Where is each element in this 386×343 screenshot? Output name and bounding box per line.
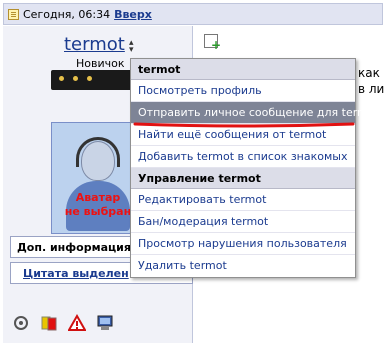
- quote-selection-link[interactable]: Цитата выделен: [23, 267, 129, 280]
- user-rank: Новичок: [76, 57, 125, 70]
- red-highlight-underline: [133, 122, 355, 128]
- dropdown-arrow-icon[interactable]: ▴ ▾: [129, 39, 134, 55]
- report-icon[interactable]: [67, 313, 87, 333]
- scroll-top-link[interactable]: Вверх: [114, 8, 152, 21]
- user-action-icons: [11, 313, 115, 333]
- menu-item-edit-user[interactable]: Редактировать termot: [131, 189, 355, 211]
- page-frame: Сегодня, 06:34 Вверх termot ▴ ▾ Новичок А…: [0, 0, 386, 343]
- user-tools-icon[interactable]: [11, 313, 31, 333]
- post-date: Сегодня, 06:34: [23, 7, 111, 21]
- computer-icon[interactable]: [95, 313, 115, 333]
- warn-card-icon[interactable]: [39, 313, 59, 333]
- post-text-line1: как: [358, 66, 380, 80]
- post-text-line2: в ли: [358, 82, 385, 96]
- menu-item-view-infractions[interactable]: Просмотр нарушения пользователя: [131, 233, 355, 255]
- menu-item-add-contact[interactable]: Добавить termot в список знакомых: [131, 146, 355, 168]
- menu-item-view-profile[interactable]: Посмотреть профиль: [131, 80, 355, 102]
- menu-header: termot: [131, 59, 355, 80]
- menu-manage-header: Управление termot: [131, 168, 355, 189]
- menu-item-send-private-message[interactable]: Отправить личное сообщение для termot: [131, 102, 379, 124]
- post-date-bar: Сегодня, 06:34 Вверх: [3, 3, 383, 25]
- menu-item-delete-user[interactable]: Удалить termot: [131, 255, 355, 277]
- user-dropdown-menu: termot Посмотреть профиль Отправить личн…: [130, 58, 379, 278]
- new-post-icon[interactable]: [204, 34, 221, 52]
- post-icon: [8, 8, 19, 20]
- username-link[interactable]: termot: [64, 34, 125, 55]
- menu-item-ban-user[interactable]: Бан/модерация termot: [131, 211, 355, 233]
